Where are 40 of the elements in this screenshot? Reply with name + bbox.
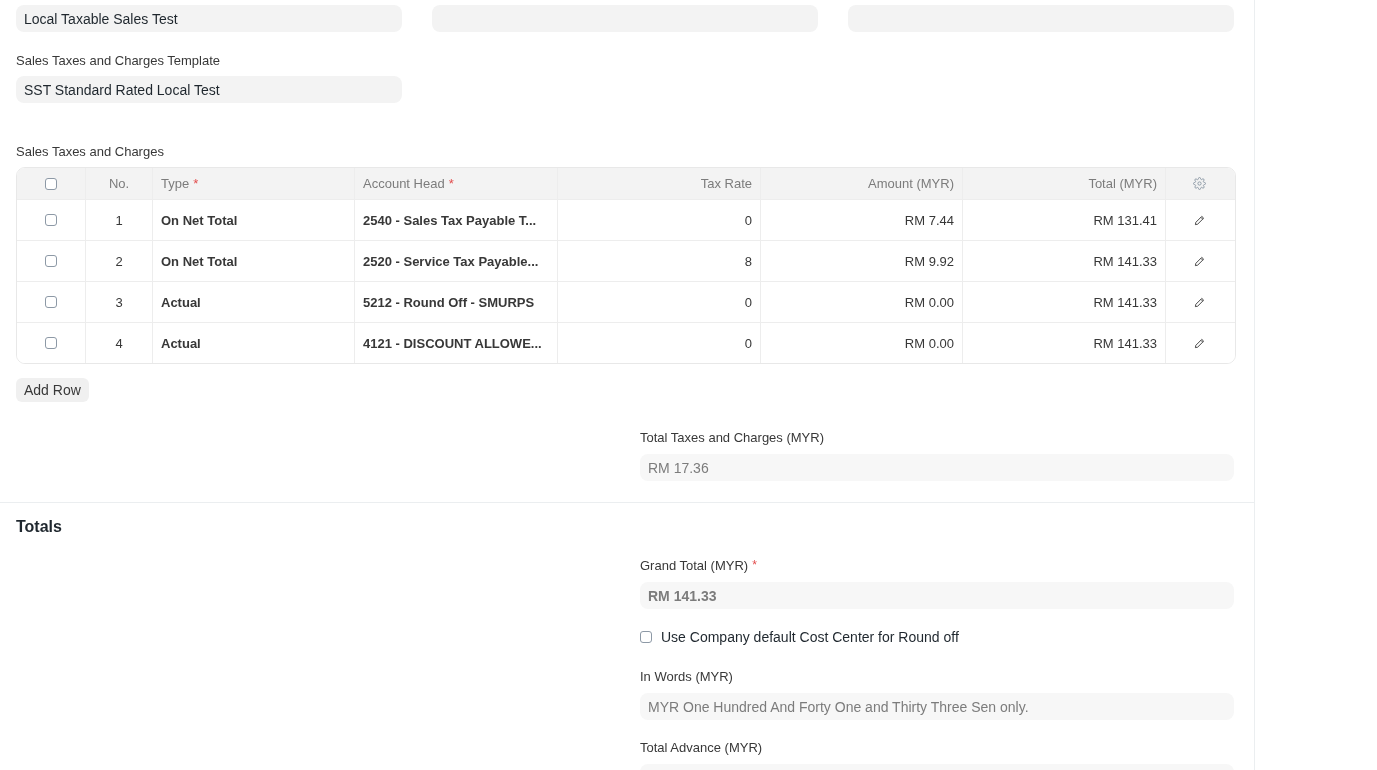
required-mark: *: [752, 558, 757, 573]
required-mark: *: [448, 176, 454, 191]
column-header: Amount (MYR): [868, 176, 954, 191]
pencil-icon[interactable]: [1194, 296, 1205, 308]
table-cell: RM 0.00: [760, 323, 962, 363]
template-field[interactable]: SST Standard Rated Local Test: [16, 76, 402, 103]
required-mark: *: [193, 176, 199, 191]
field-label: In Words (MYR): [640, 669, 734, 684]
column-header: Total (MYR): [1088, 176, 1157, 191]
add-row-button[interactable]: Add Row: [16, 378, 89, 402]
field-label: Total Taxes and Charges (MYR): [640, 430, 825, 445]
pencil-icon[interactable]: [1194, 214, 1205, 226]
table-cell: 4: [85, 323, 152, 363]
total-taxes-field[interactable]: RM 17.36: [640, 454, 1234, 481]
table-title: Sales Taxes and Charges: [16, 144, 165, 159]
table-cell: 4121 - DISCOUNT ALLOWE...: [354, 323, 557, 363]
column-header: Account Head: [363, 176, 445, 191]
field-label: Sales Taxes and Charges Template: [16, 53, 222, 68]
pencil-icon[interactable]: [1194, 337, 1205, 349]
field-label: Grand Total (MYR): [640, 558, 749, 573]
field-label: Total Advance (MYR): [640, 740, 764, 755]
table-cell: RM 141.33: [962, 323, 1165, 363]
column-header: No.: [108, 176, 130, 191]
row-checkbox[interactable]: [45, 255, 57, 267]
column-header: Tax Rate: [700, 176, 752, 191]
row-checkbox[interactable]: [45, 337, 57, 349]
table-cell: Actual: [152, 323, 354, 363]
pencil-icon[interactable]: [1194, 255, 1205, 267]
text-field[interactable]: Local Taxable Sales Test: [16, 5, 402, 32]
column-header: Type: [161, 176, 190, 191]
row-checkbox[interactable]: [45, 296, 57, 308]
section-heading: Totals: [16, 518, 62, 535]
table-cell: 0: [557, 323, 760, 363]
checkbox-label: Use Company default Cost Center for Round off: [661, 629, 959, 645]
settings-icon[interactable]: [1193, 177, 1206, 190]
in-words-field[interactable]: MYR One Hundred And Forty One and Thirty Three Sen only.: [640, 693, 1234, 720]
row-checkbox[interactable]: [45, 214, 57, 226]
select-all-checkbox[interactable]: [45, 177, 57, 190]
grand-total-field[interactable]: RM 141.33: [640, 582, 1234, 609]
round-off-checkbox[interactable]: [640, 631, 652, 643]
